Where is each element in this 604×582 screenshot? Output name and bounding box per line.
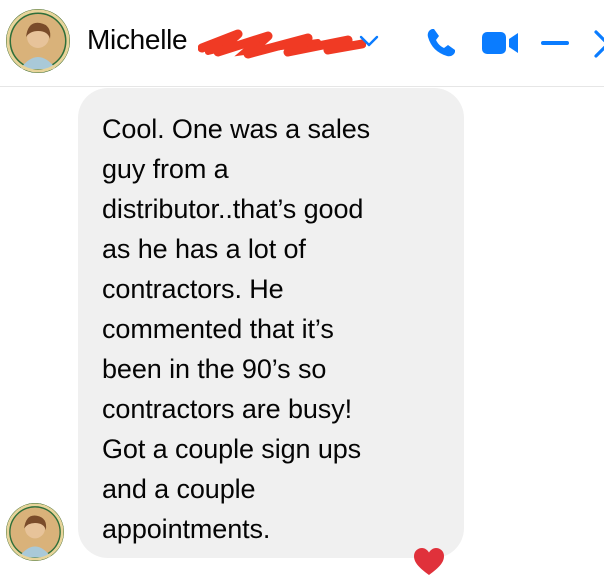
- message-text: Cool. One was a sales guy from a distrib…: [102, 114, 371, 544]
- chevron-down-icon[interactable]: [356, 30, 382, 52]
- minimize-icon[interactable]: [538, 26, 572, 60]
- contact-name[interactable]: Michelle: [87, 24, 188, 56]
- redaction-scribble: [197, 22, 367, 62]
- heart-reaction-icon[interactable]: [412, 547, 446, 577]
- close-icon[interactable]: [588, 26, 604, 60]
- phone-icon[interactable]: [424, 26, 458, 60]
- contact-avatar[interactable]: [6, 9, 70, 73]
- sender-avatar[interactable]: [6, 503, 64, 561]
- chat-header: Michelle: [0, 0, 604, 87]
- video-camera-icon[interactable]: [480, 27, 522, 59]
